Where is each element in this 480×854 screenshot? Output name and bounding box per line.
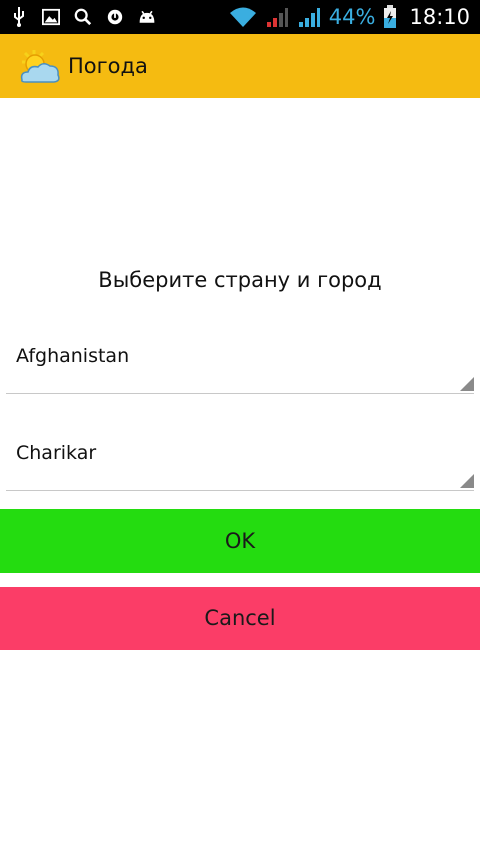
dropdown-caret-icon (460, 377, 474, 391)
status-bar-notifications (10, 0, 156, 34)
battery-icon (383, 5, 397, 28)
battery-percent: 44% (328, 5, 376, 29)
image-icon (42, 8, 60, 26)
ok-button[interactable]: OK (0, 509, 480, 573)
android-icon (138, 8, 156, 26)
city-spinner[interactable]: Charikar (6, 430, 474, 491)
search-icon (74, 8, 92, 26)
prompt-label: Выберите страну и город (98, 268, 382, 292)
usb-icon (10, 7, 28, 27)
city-spinner-value: Charikar (16, 442, 97, 464)
country-spinner-value: Afghanistan (16, 345, 130, 367)
wifi-icon (229, 7, 257, 27)
status-bar-system: 44% 18:10 (229, 0, 470, 34)
app-title: Погода (68, 54, 148, 78)
dropdown-caret-icon (460, 474, 474, 488)
weather-sun-cloud-icon (18, 48, 62, 86)
status-bar: 44% 18:10 (0, 0, 480, 34)
signal-icon-1 (265, 8, 289, 27)
country-spinner[interactable]: Afghanistan (6, 333, 474, 394)
sync-icon (106, 8, 124, 26)
cancel-button[interactable]: Cancel (0, 587, 480, 650)
action-bar: Погода (0, 34, 480, 98)
signal-icon-2 (297, 8, 321, 27)
clock: 18:10 (409, 5, 470, 29)
